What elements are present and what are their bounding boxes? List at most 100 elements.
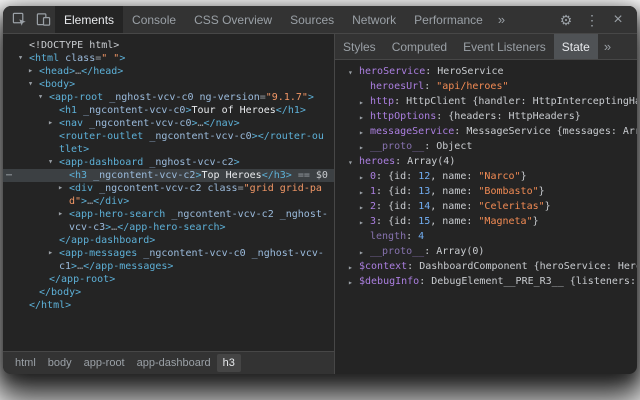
dom-tree-row[interactable]: <router-outlet _ngcontent-vcv-c0></route…: [3, 130, 334, 156]
code-token: </div>: [93, 196, 129, 207]
sidebar-panel: StylesComputedEvent ListenersState» ▾her…: [335, 34, 637, 374]
disclosure-collapsed-icon[interactable]: ▸: [359, 140, 369, 154]
disclosure-collapsed-icon[interactable]: ▸: [58, 208, 68, 221]
code-token: ==: [292, 170, 316, 181]
dom-tree-row[interactable]: </html>: [3, 299, 334, 312]
code-token: >: [234, 157, 240, 168]
state-property-row[interactable]: ▾heroes: Array(4): [335, 154, 637, 169]
disclosure-collapsed-icon[interactable]: ▸: [48, 247, 58, 260]
sidebar-tab-styles[interactable]: Styles: [335, 34, 384, 59]
code-token: 14: [418, 201, 430, 212]
code-token: 4: [418, 231, 424, 242]
disclosure-collapsed-icon[interactable]: ▸: [359, 170, 369, 184]
code-token: "9.1.7": [266, 92, 308, 103]
close-icon[interactable]: ×: [607, 12, 629, 28]
disclosure-collapsed-icon[interactable]: ▸: [359, 215, 369, 229]
code-token: _nghost-vcv-c2: [149, 157, 233, 168]
dom-tree-row[interactable]: ▾<app-dashboard _nghost-vcv-c2>: [3, 156, 334, 169]
disclosure-expanded-icon[interactable]: ▾: [348, 65, 358, 79]
dom-tree-row[interactable]: <h1 _ngcontent-vcv-c0>Tour of Heroes</h1…: [3, 104, 334, 117]
dom-tree-row[interactable]: </app-root>: [3, 273, 334, 286]
dom-tree-row[interactable]: </app-dashboard>: [3, 234, 334, 247]
code-token: _nghost-vcv-c0 ng-version: [109, 92, 260, 103]
code-token: }: [545, 201, 551, 212]
dom-tree-row[interactable]: ▸<head>…</head>: [3, 65, 334, 78]
settings-gear-icon[interactable]: ⚙: [555, 13, 577, 27]
disclosure-collapsed-icon[interactable]: ▸: [348, 260, 358, 274]
dom-tree-row[interactable]: ▾<app-root _nghost-vcv-c0 ng-version="9.…: [3, 91, 334, 104]
inspect-element-icon[interactable]: [7, 6, 31, 33]
device-toolbar-icon[interactable]: [31, 6, 55, 33]
disclosure-collapsed-icon[interactable]: ▸: [348, 275, 358, 289]
disclosure-expanded-icon[interactable]: ▾: [48, 156, 58, 169]
sidebar-tab-computed[interactable]: Computed: [384, 34, 455, 59]
row-overflow-dots-icon[interactable]: ⋯: [6, 169, 11, 182]
dom-tree-row[interactable]: ▾<html class=" ">: [3, 52, 334, 65]
disclosure-expanded-icon[interactable]: ▾: [18, 52, 28, 65]
sidebar-tab-event-listeners[interactable]: Event Listeners: [455, 34, 554, 59]
disclosure-collapsed-icon[interactable]: ▸: [359, 200, 369, 214]
sidebar-tab-state[interactable]: State: [554, 34, 598, 59]
code-token: Tour of Heroes: [191, 105, 275, 116]
disclosure-collapsed-icon[interactable]: ▸: [359, 110, 369, 124]
code-token: _ngcontent-vcv-c0: [149, 131, 251, 142]
dom-tree-row[interactable]: ▸<app-hero-search _ngcontent-vcv-c2 _ngh…: [3, 208, 334, 234]
devtools-tab-bar: ElementsConsoleCSS OverviewSourcesNetwor…: [55, 6, 492, 33]
code-token: 15: [418, 216, 430, 227]
devtools-main: <!DOCTYPE html>▾<html class=" ">▸<head>……: [3, 34, 637, 374]
code-token: __proto__: [370, 246, 424, 257]
code-token: length: [370, 231, 406, 242]
code-token: :: [395, 156, 407, 167]
state-property-row[interactable]: ▸__proto__: Array(0): [335, 244, 637, 259]
dom-tree-row[interactable]: ▾<body>: [3, 78, 334, 91]
state-property-row[interactable]: ▸messageService: MessageService {message…: [335, 124, 637, 139]
disclosure-collapsed-icon[interactable]: ▸: [48, 117, 58, 130]
disclosure-collapsed-icon[interactable]: ▸: [359, 185, 369, 199]
tab-network[interactable]: Network: [343, 6, 405, 33]
tab-performance[interactable]: Performance: [405, 6, 492, 33]
state-property-row[interactable]: ▾heroService: HeroService: [335, 64, 637, 79]
breadcrumb-item-body[interactable]: body: [42, 354, 78, 372]
more-tabs-chevron-icon[interactable]: »: [492, 6, 511, 33]
disclosure-collapsed-icon[interactable]: ▸: [58, 182, 68, 195]
state-property-row[interactable]: ▸__proto__: Object: [335, 139, 637, 154]
state-property-row[interactable]: ▸1: {id: 13, name: "Bombasto"}: [335, 184, 637, 199]
state-property-row[interactable]: ▸httpOptions: {headers: HttpHeaders}: [335, 109, 637, 124]
state-property-row[interactable]: heroesUrl: "api/heroes": [335, 79, 637, 94]
code-token: _ngcontent-vcv-c2: [93, 170, 195, 181]
breadcrumb-item-app-root[interactable]: app-root: [78, 354, 131, 372]
dom-tree-row[interactable]: ▸<app-messages _ngcontent-vcv-c0 _nghost…: [3, 247, 334, 273]
code-token: DashboardComponent {heroService: HeroS…}: [419, 261, 637, 272]
disclosure-expanded-icon[interactable]: ▾: [38, 91, 48, 104]
breadcrumb-item-app-dashboard[interactable]: app-dashboard: [131, 354, 217, 372]
state-property-row[interactable]: length: 4: [335, 229, 637, 244]
state-property-row[interactable]: ▸http: HttpClient {handler: HttpIntercep…: [335, 94, 637, 109]
sidebar-more-tabs-chevron-icon[interactable]: »: [598, 34, 617, 59]
tab-css-overview[interactable]: CSS Overview: [185, 6, 281, 33]
tab-sources[interactable]: Sources: [281, 6, 343, 33]
code-token: 12: [418, 171, 430, 182]
kebab-menu-icon[interactable]: ⋮: [581, 13, 603, 27]
state-property-row[interactable]: ▸2: {id: 14, name: "Celeritas"}: [335, 199, 637, 214]
dom-tree-row[interactable]: ▸<div _ngcontent-vcv-c2 class="grid grid…: [3, 182, 334, 208]
state-property-row[interactable]: ▸$debugInfo: DebugElement__PRE_R3__ {lis…: [335, 274, 637, 289]
code-token: >: [119, 53, 125, 64]
state-property-row[interactable]: ▸0: {id: 12, name: "Narco"}: [335, 169, 637, 184]
dom-tree-row[interactable]: ▸<nav _ngcontent-vcv-c0>…</nav>: [3, 117, 334, 130]
disclosure-expanded-icon[interactable]: ▾: [348, 155, 358, 169]
breadcrumb-item-h3[interactable]: h3: [217, 354, 241, 372]
dom-tree-row[interactable]: ⋯<h3 _ngcontent-vcv-c2>Top Heroes</h3> =…: [3, 169, 334, 182]
disclosure-collapsed-icon[interactable]: ▸: [359, 125, 369, 139]
disclosure-collapsed-icon[interactable]: ▸: [359, 95, 369, 109]
disclosure-collapsed-icon[interactable]: ▸: [28, 65, 38, 78]
dom-tree-row[interactable]: <!DOCTYPE html>: [3, 39, 334, 52]
dom-tree-row[interactable]: </body>: [3, 286, 334, 299]
state-property-row[interactable]: ▸$context: DashboardComponent {heroServi…: [335, 259, 637, 274]
disclosure-collapsed-icon[interactable]: ▸: [359, 245, 369, 259]
code-token: , name:: [430, 216, 478, 227]
tab-console[interactable]: Console: [123, 6, 185, 33]
state-property-row[interactable]: ▸3: {id: 15, name: "Magneta"}: [335, 214, 637, 229]
disclosure-expanded-icon[interactable]: ▾: [28, 78, 38, 91]
breadcrumb-item-html[interactable]: html: [9, 354, 42, 372]
tab-elements[interactable]: Elements: [55, 6, 123, 33]
